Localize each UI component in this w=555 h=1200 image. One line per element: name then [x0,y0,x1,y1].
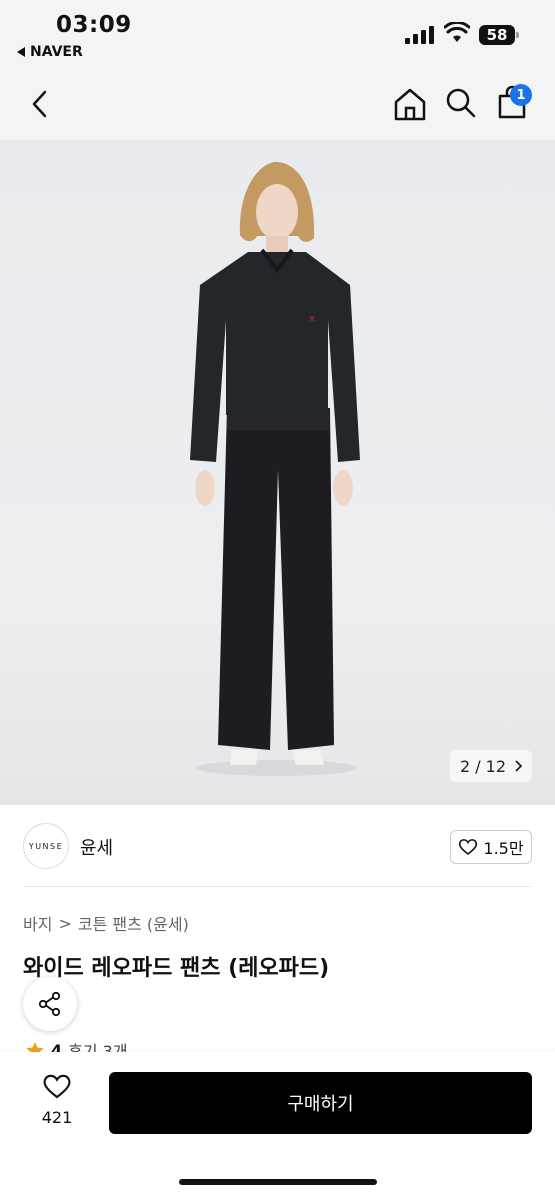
breadcrumb: 바지 > 코튼 팬츠 (윤세) [23,911,189,935]
back-chevron-icon[interactable] [26,86,56,122]
share-button[interactable] [23,977,77,1031]
buy-button[interactable]: 구매하기 [109,1072,532,1134]
cellular-signal-icon [405,24,434,44]
battery-indicator: 58 [479,25,519,45]
heart-outline-icon [459,839,478,856]
wishlist-button[interactable]: 421 [36,1073,78,1127]
chevron-right-icon [515,760,523,772]
home-icon[interactable] [393,86,427,122]
brand-logo-text: YUNSE [28,841,64,851]
status-time: 03:09 [56,12,132,38]
back-triangle-icon [17,47,25,57]
wishlist-count: 421 [41,1108,73,1127]
wifi-icon [444,22,470,42]
home-indicator [179,1179,377,1185]
svg-text:✕: ✕ [308,314,316,325]
brand-name[interactable]: 윤세 [80,834,113,860]
back-to-app-link[interactable]: NAVER [17,44,83,60]
brand-likes-count: 1.5만 [483,839,524,858]
product-image-gallery[interactable]: ✕ [0,140,555,805]
breadcrumb-separator: > [58,913,72,933]
share-icon [38,991,61,1017]
breadcrumb-category[interactable]: 바지 [23,911,52,935]
cart-count-badge: 1 [510,84,532,106]
product-photo-model: ✕ [190,162,360,776]
image-page-counter[interactable]: 2 / 12 [450,750,532,782]
counter-text: 2 / 12 [459,756,507,776]
product-title: 와이드 레오파드 팬츠 (레오파드) [23,956,330,981]
brand-like-button[interactable]: 1.5만 [450,830,532,864]
brand-logo[interactable]: YUNSE [23,823,69,869]
section-divider [23,886,531,887]
heart-outline-icon [43,1074,71,1099]
breadcrumb-subcategory[interactable]: 코튼 팬츠 (윤세) [78,911,189,935]
search-icon[interactable] [445,86,477,120]
back-app-label: NAVER [30,44,83,60]
